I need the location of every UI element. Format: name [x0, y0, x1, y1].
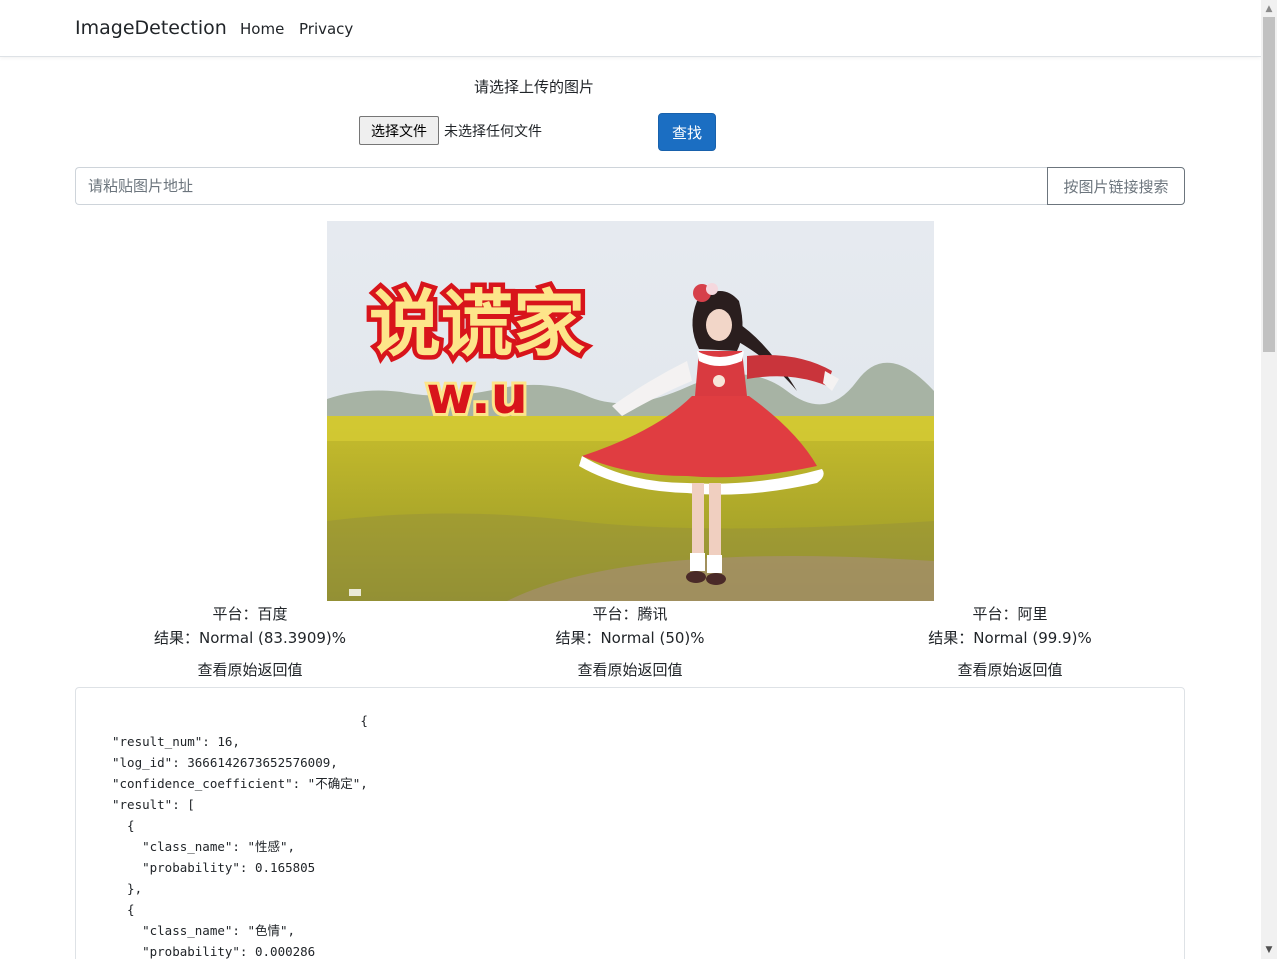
raw-response-box[interactable]: { "result_num": 16, "log_id": 3666142673… — [75, 687, 1185, 959]
result-value: Normal (50)% — [600, 629, 705, 647]
uploaded-image-illustration: 说谎家 w.u — [327, 221, 934, 601]
file-status-text: 未选择任何文件 — [444, 124, 542, 140]
image-url-input[interactable] — [75, 167, 1048, 205]
result-column-baidu: 平台：百度 结果：Normal (83.3909)% 查看原始返回值 — [60, 603, 440, 682]
nav-link-privacy[interactable]: Privacy — [299, 20, 353, 38]
search-by-url-button[interactable]: 按图片链接搜索 — [1047, 167, 1185, 205]
platform-label: 平台： — [972, 605, 1018, 623]
nav-link-home[interactable]: Home — [240, 20, 284, 38]
page-scrollbar[interactable]: ▲ ▼ — [1261, 0, 1277, 959]
platform-name: 阿里 — [1017, 605, 1048, 623]
platform-name: 百度 — [257, 605, 288, 623]
image-overlay-subtitle: w.u — [426, 366, 528, 426]
platform-row: 平台：百度 — [60, 603, 440, 627]
image-overlay-title: 说谎家 — [369, 282, 585, 366]
watermark-icon — [349, 589, 361, 596]
raw-response-json: { "result_num": 16, "log_id": 3666142673… — [112, 713, 368, 959]
platform-row: 平台：腾讯 — [440, 603, 820, 627]
view-raw-link-baidu[interactable]: 查看原始返回值 — [60, 658, 440, 682]
choose-file-button[interactable]: 选择文件 — [359, 116, 439, 145]
result-column-tencent: 平台：腾讯 结果：Normal (50)% 查看原始返回值 — [440, 603, 820, 682]
result-value: Normal (83.3909)% — [198, 629, 347, 647]
result-row: 结果：Normal (50)% — [440, 627, 820, 651]
navbar: ImageDetection Home Privacy — [0, 0, 1261, 57]
brand-link[interactable]: ImageDetection — [75, 17, 227, 39]
view-raw-link-tencent[interactable]: 查看原始返回值 — [440, 658, 820, 682]
platform-row: 平台：阿里 — [820, 603, 1200, 627]
result-row: 结果：Normal (83.3909)% — [60, 627, 440, 651]
upload-title: 请选择上传的图片 — [474, 78, 595, 96]
result-value: Normal (99.9)% — [973, 629, 1092, 647]
result-label: 结果： — [928, 629, 974, 647]
uploaded-image: 说谎家 w.u — [327, 221, 934, 601]
result-column-aliyun: 平台：阿里 结果：Normal (99.9)% 查看原始返回值 — [820, 603, 1200, 682]
platform-label: 平台： — [212, 605, 258, 623]
scroll-up-arrow-icon[interactable]: ▲ — [1261, 0, 1277, 16]
result-row: 结果：Normal (99.9)% — [820, 627, 1200, 651]
find-button[interactable]: 查找 — [658, 113, 716, 151]
scrollbar-thumb[interactable] — [1263, 17, 1275, 352]
result-label: 结果： — [153, 629, 199, 647]
platform-name: 腾讯 — [637, 605, 668, 623]
scroll-down-arrow-icon[interactable]: ▼ — [1261, 943, 1277, 959]
view-raw-link-aliyun[interactable]: 查看原始返回值 — [820, 658, 1200, 682]
result-label: 结果： — [555, 629, 601, 647]
platform-label: 平台： — [592, 605, 638, 623]
